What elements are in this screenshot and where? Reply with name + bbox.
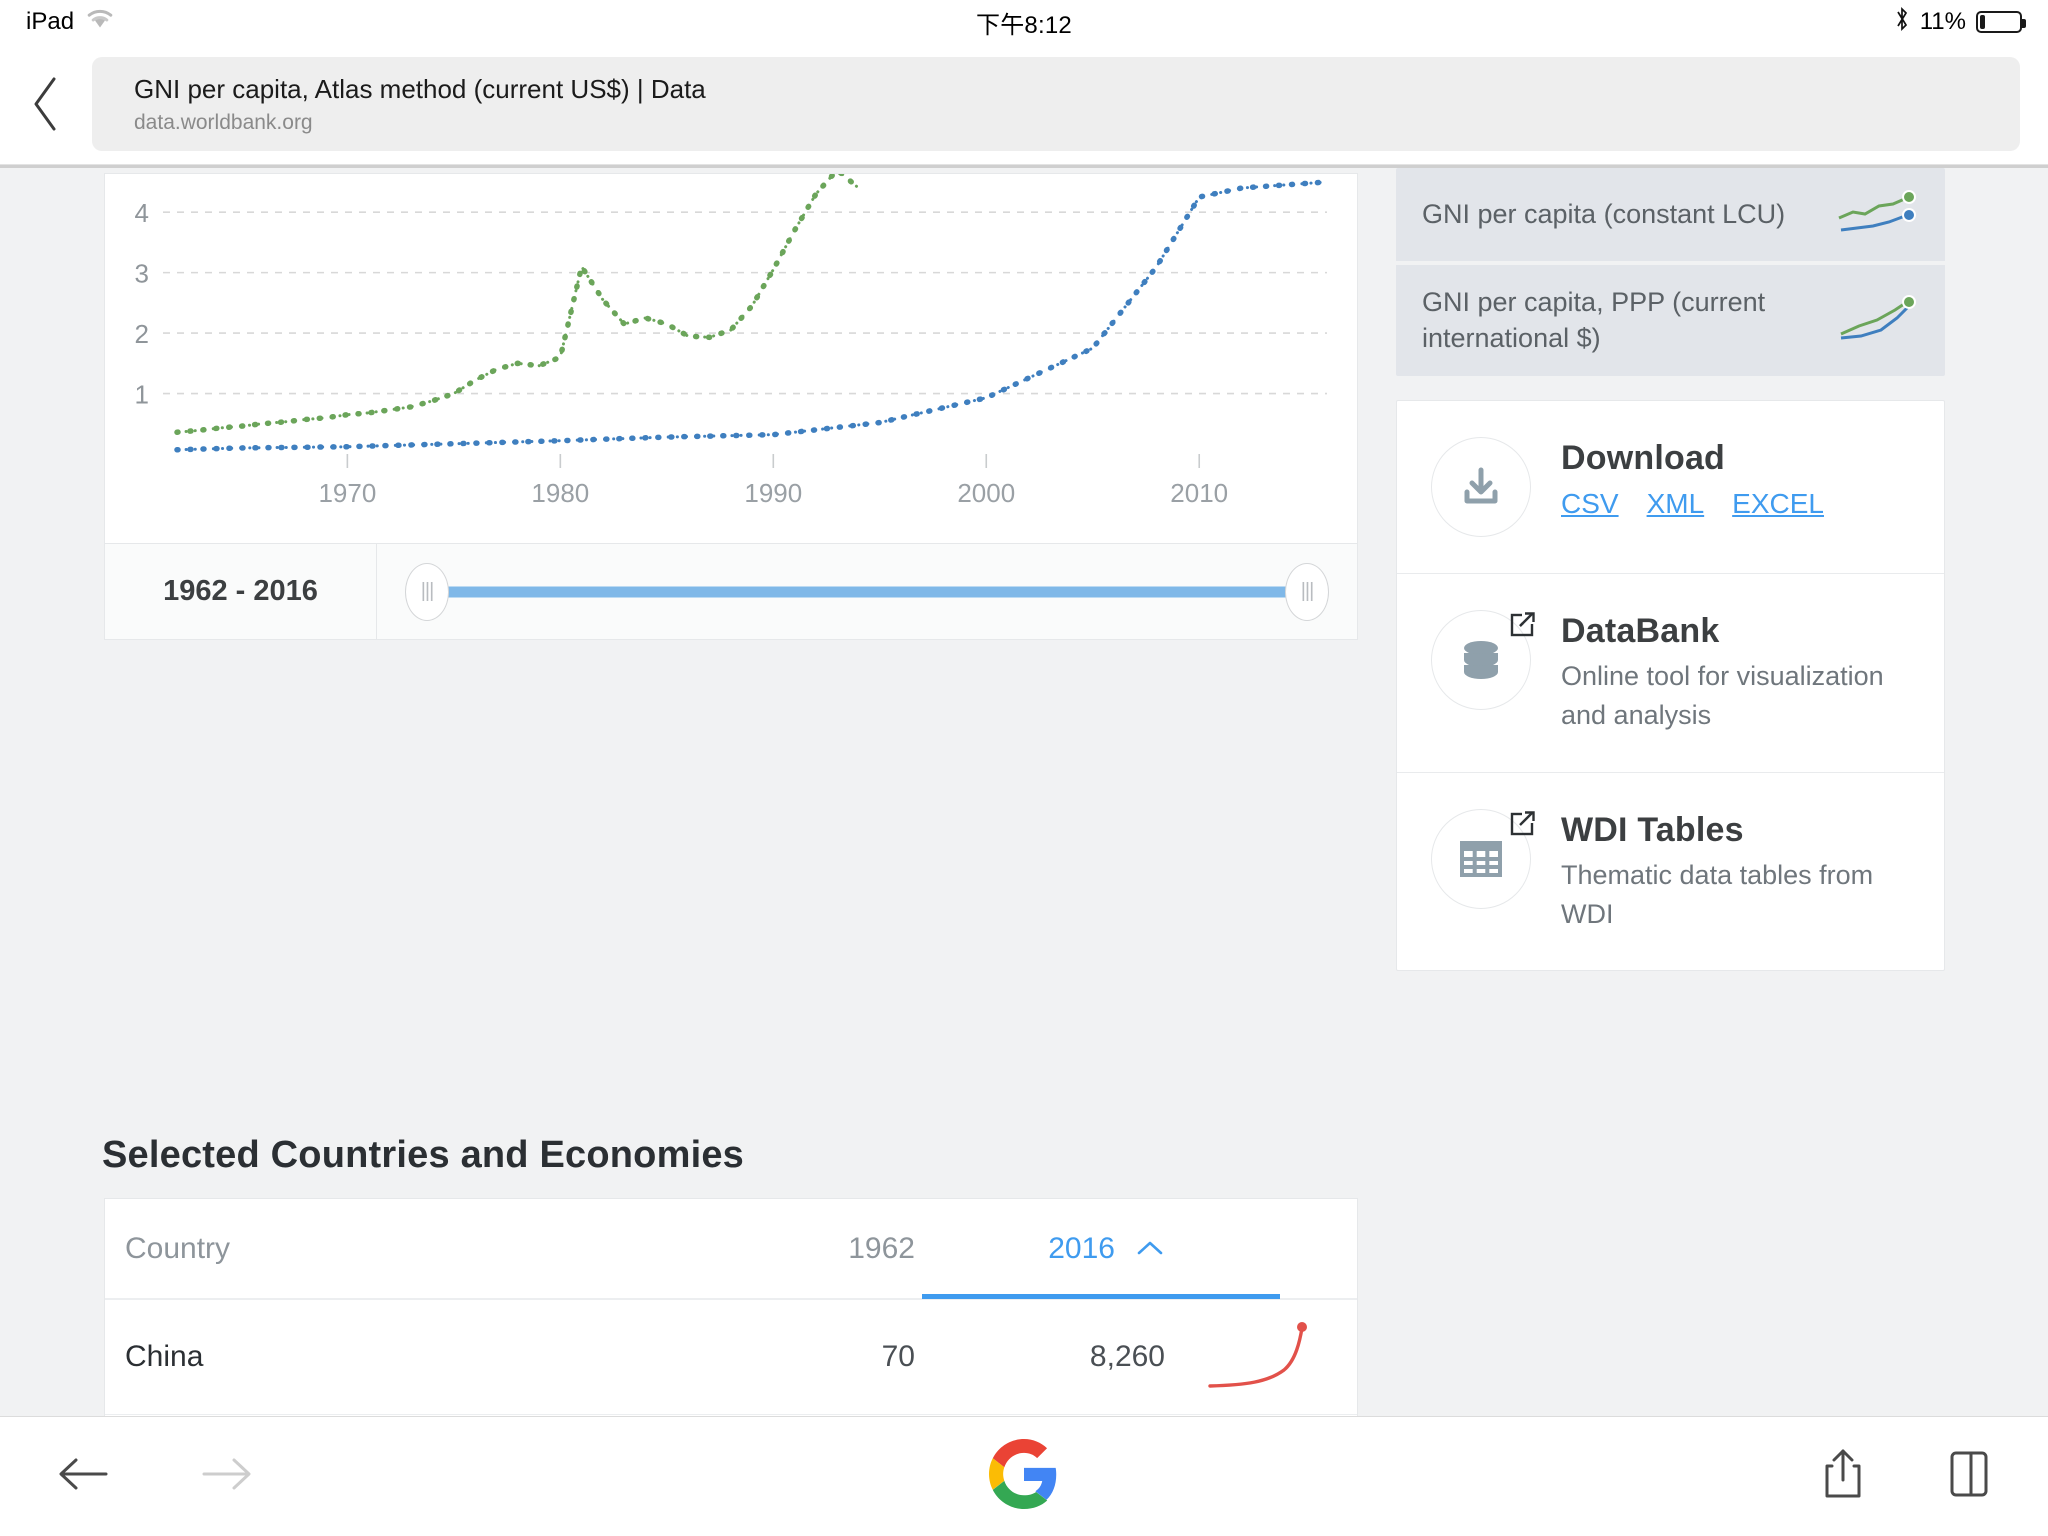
page-host: data.worldbank.org (134, 110, 313, 134)
wdi-tables-title: WDI Tables (1561, 810, 1744, 849)
toolbar-actions-group (1820, 1446, 1992, 1507)
cell-1962: 70 (881, 1340, 915, 1373)
cell-country: China (125, 1340, 204, 1373)
table-grid-icon (1431, 808, 1536, 909)
status-left: iPad (26, 8, 114, 37)
wdi-tables-subtitle: Thematic data tables from WDI (1561, 859, 1874, 929)
slider-selected-range[interactable] (427, 586, 1307, 597)
wdi-tables-body: WDI Tables Thematic data tables from WDI (1561, 809, 1910, 934)
battery-percent-label: 11% (1919, 8, 1966, 35)
external-link-icon (1508, 609, 1538, 644)
resource-links-card: Download CSV XML EXCEL DataBank Online t… (1396, 400, 1945, 971)
web-page-viewport[interactable]: 1 2 3 4 1970 1980 1990 2000 2010 1962 - 2016 |||… (0, 165, 2048, 1416)
wifi-icon (86, 8, 114, 37)
toolbar-center (0, 1438, 2048, 1515)
device-label: iPad (26, 8, 75, 35)
browser-bottom-toolbar (0, 1416, 2048, 1536)
svg-text:2000: 2000 (957, 478, 1015, 508)
download-csv-link[interactable]: CSV (1561, 488, 1619, 520)
countries-table: Country 1962 2016 China 70 8,260 (104, 1198, 1358, 1416)
svg-text:1980: 1980 (531, 478, 589, 508)
indicator-label: GNI per capita, PPP (current internation… (1422, 287, 1766, 353)
back-arrow-icon[interactable] (56, 1453, 110, 1500)
cell-2016: 8,260 (1089, 1340, 1165, 1373)
column-header-country[interactable]: Country (105, 1232, 665, 1266)
download-xml-link[interactable]: XML (1647, 488, 1705, 520)
year-range-slider[interactable]: 1962 - 2016 ||| ||| (104, 543, 1358, 640)
url-card[interactable]: GNI per capita, Atlas method (current US… (92, 57, 2020, 151)
status-clock: 下午8:12 (976, 11, 1072, 39)
download-excel-link[interactable]: EXCEL (1732, 488, 1824, 520)
ios-status-bar: iPad 下午8:12 11% (0, 0, 2048, 44)
related-indicators-list: GNI per capita (constant LCU) GNI per ca… (1396, 168, 1945, 377)
slider-handle-left[interactable]: ||| (405, 562, 449, 621)
svg-text:1: 1 (135, 380, 149, 410)
databank-panel[interactable]: DataBank Online tool for visualization a… (1397, 573, 1944, 771)
svg-text:4: 4 (135, 198, 149, 228)
download-format-links: CSV XML EXCEL (1561, 488, 1824, 520)
chart-canvas: 1 2 3 4 1970 1980 1990 2000 2010 (135, 174, 1327, 508)
wdi-tables-panel[interactable]: WDI Tables Thematic data tables from WDI (1397, 771, 1944, 970)
svg-text:1970: 1970 (318, 478, 376, 508)
column-header-2016-label: 2016 (1048, 1232, 1115, 1265)
share-icon[interactable] (1820, 1446, 1866, 1507)
databank-subtitle: Online tool for visualization and analys… (1561, 661, 1884, 731)
chevron-up-icon[interactable] (1135, 1232, 1165, 1266)
download-body: Download CSV XML EXCEL (1561, 437, 1824, 520)
download-icon (1431, 437, 1531, 538)
databank-body: DataBank Online tool for visualization a… (1561, 610, 1910, 735)
indicator-item-ppp[interactable]: GNI per capita, PPP (current internation… (1396, 261, 1945, 376)
column-header-2016[interactable]: 2016 (915, 1232, 1165, 1266)
back-chevron-icon[interactable] (0, 75, 92, 133)
column-header-1962[interactable]: 1962 (665, 1232, 915, 1266)
table-header-row: Country 1962 2016 (105, 1199, 1357, 1300)
year-range-label: 1962 - 2016 (105, 544, 377, 639)
database-icon (1431, 610, 1536, 711)
download-title: Download (1561, 439, 1726, 478)
sparkline-thumbnail (1835, 294, 1919, 347)
svg-text:3: 3 (135, 259, 149, 289)
google-logo-icon[interactable] (989, 1438, 1059, 1515)
external-link-icon (1508, 808, 1538, 843)
page-title: GNI per capita, Atlas method (current US… (134, 74, 706, 105)
download-panel[interactable]: Download CSV XML EXCEL (1397, 401, 1944, 573)
section-heading: Selected Countries and Economies (102, 1134, 745, 1176)
safari-view-header: GNI per capita, Atlas method (current US… (0, 44, 2048, 165)
slider-handle-right[interactable]: ||| (1285, 562, 1329, 621)
tabs-icon[interactable] (1946, 1448, 1992, 1505)
svg-text:2: 2 (135, 319, 149, 349)
toolbar-nav-group (56, 1453, 254, 1500)
databank-title: DataBank (1561, 612, 1720, 651)
chart-card[interactable]: 1 2 3 4 1970 1980 1990 2000 2010 (104, 173, 1358, 543)
slider-track[interactable]: ||| ||| (377, 544, 1357, 639)
forward-arrow-icon (200, 1453, 254, 1500)
line-chart[interactable]: 1 2 3 4 1970 1980 1990 2000 2010 (105, 174, 1357, 543)
table-row[interactable]: China 70 8,260 (105, 1299, 1357, 1414)
svg-text:2010: 2010 (1170, 478, 1228, 508)
sparkline-thumbnail (1835, 188, 1919, 241)
indicator-item-constant-lcu[interactable]: GNI per capita (constant LCU) (1396, 168, 1945, 261)
indicator-label: GNI per capita (constant LCU) (1422, 198, 1786, 229)
svg-text:1990: 1990 (744, 478, 802, 508)
page-content: 1 2 3 4 1970 1980 1990 2000 2010 1962 - 2016 |||… (0, 168, 2048, 1416)
battery-icon (1976, 11, 2026, 33)
bluetooth-icon (1894, 6, 1910, 39)
sidebar-rail: GNI per capita (constant LCU) GNI per ca… (1396, 168, 1945, 971)
sparkline-red (1165, 1318, 1357, 1396)
status-right: 11% (1894, 6, 2026, 39)
